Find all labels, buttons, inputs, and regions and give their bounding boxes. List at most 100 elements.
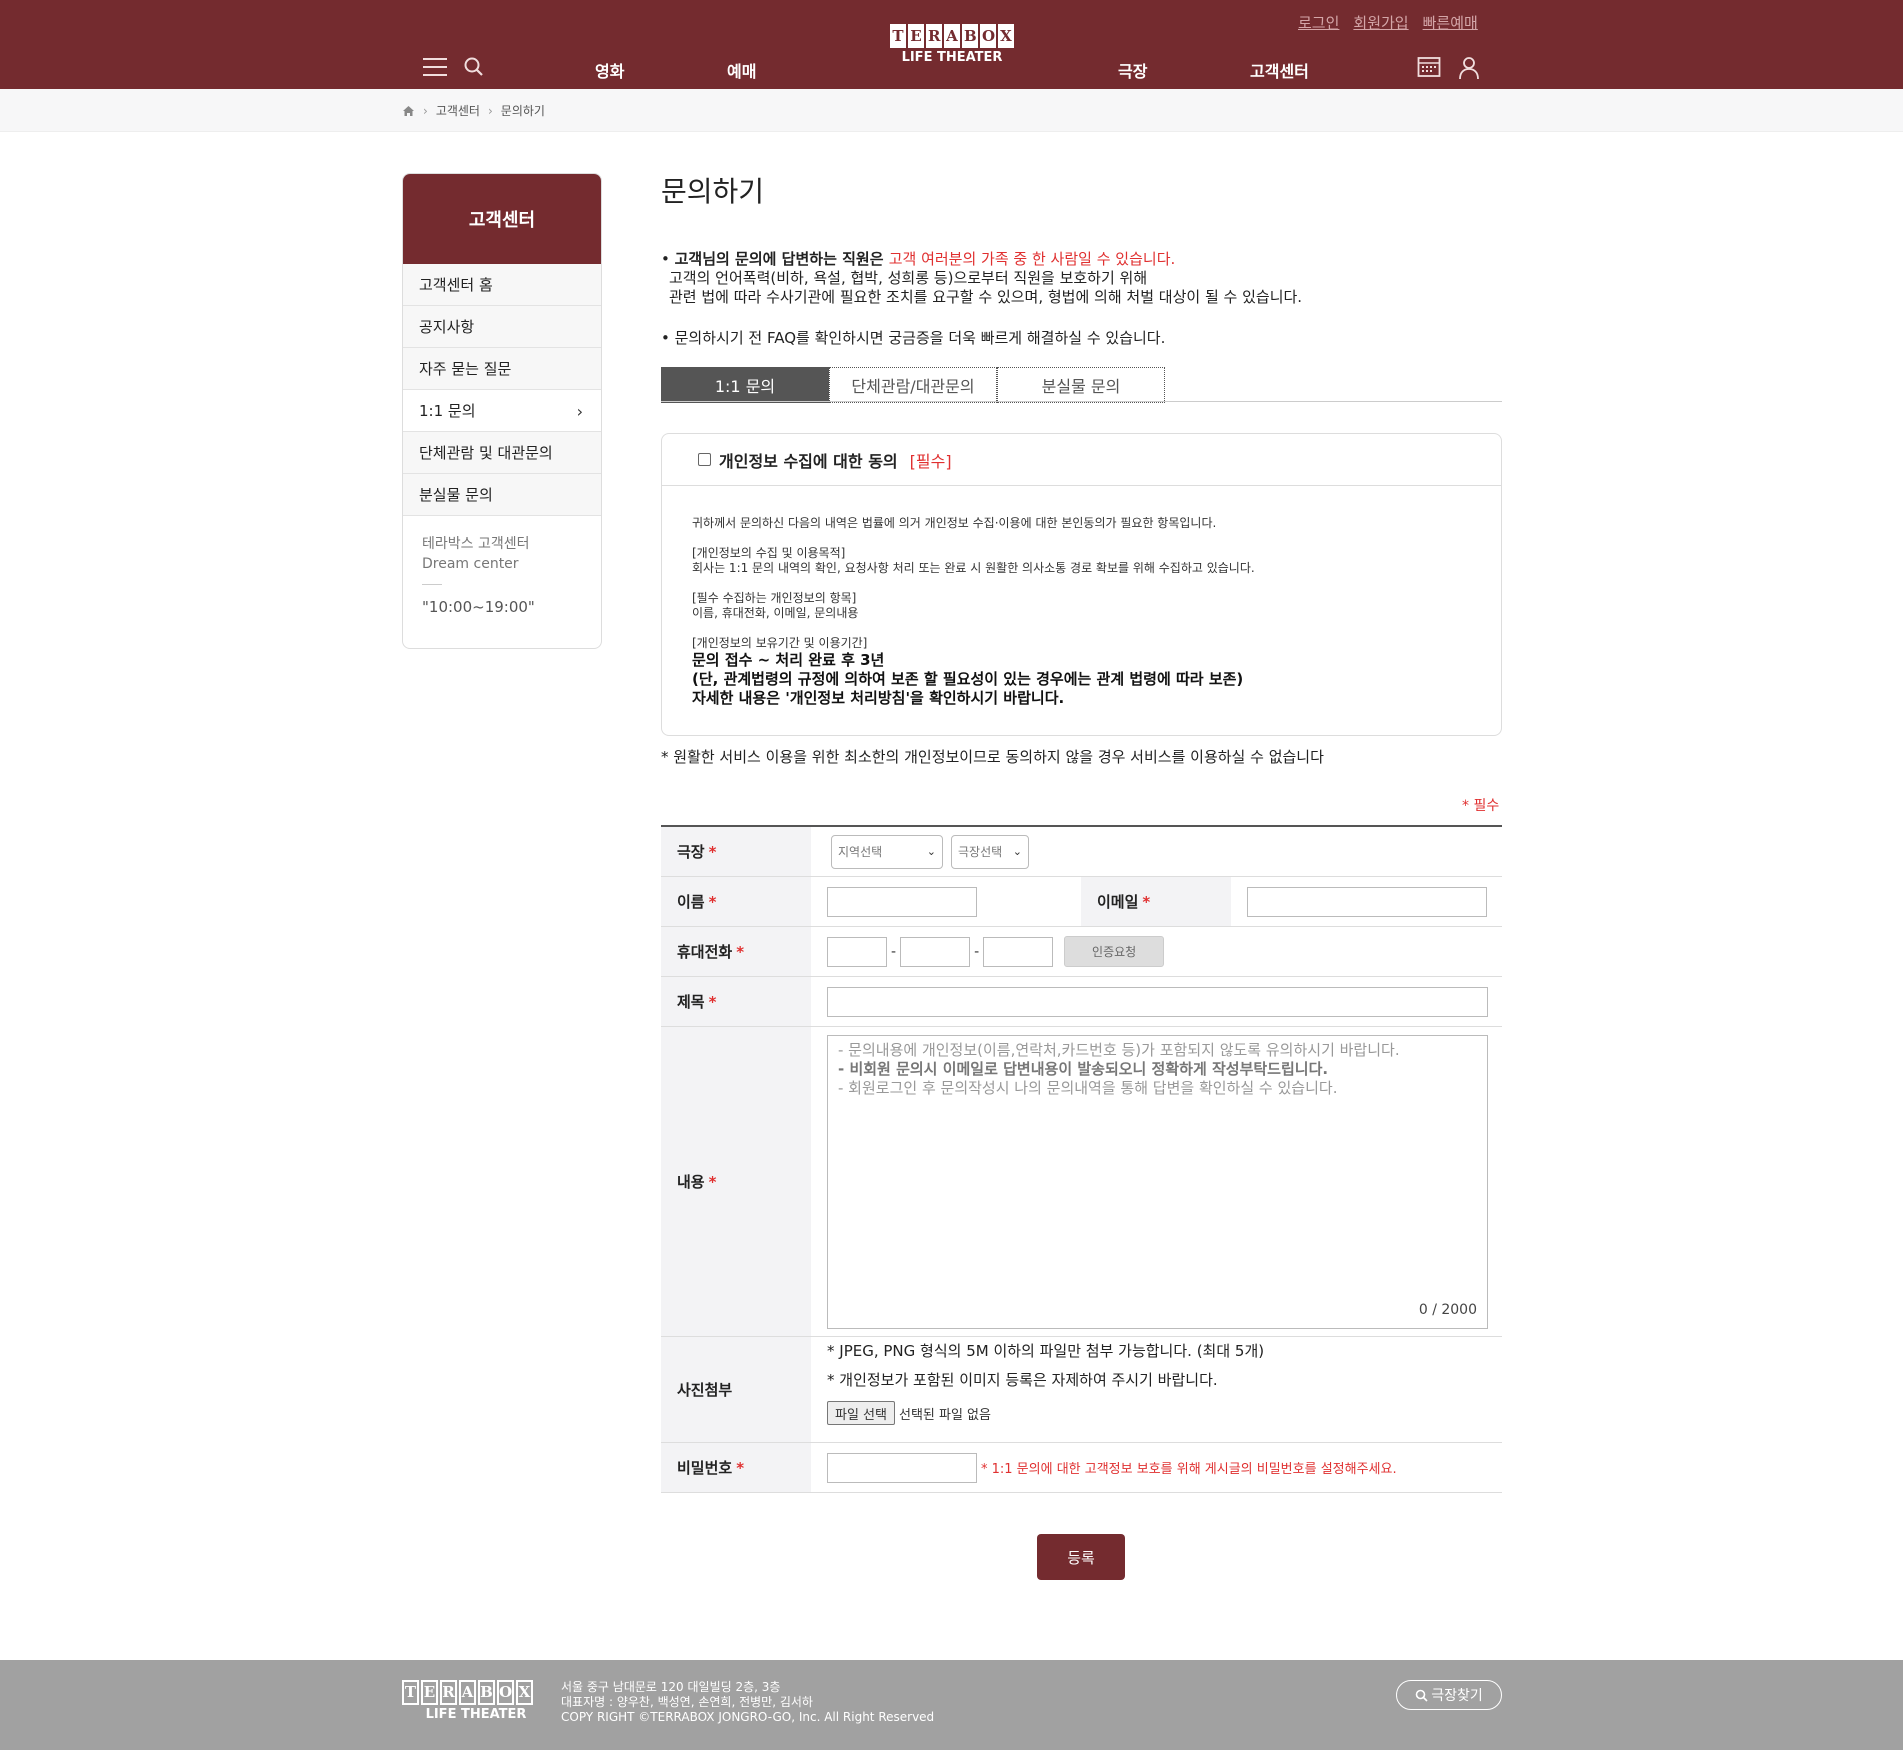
tab-1on1[interactable]: 1:1 문의 [661,367,829,403]
field-value: 지역선택 ⌄ 극장선택 ⌄ [811,827,1502,876]
consent-items-text: 이름, 휴대전화, 이메일, 문의내용 [692,606,859,620]
form-row-content: 내용 * - 문의내용에 개인정보(이름,연락처,카드번호 등)가 포함되지 않도… [661,1027,1502,1337]
consent-items-title: [필수 수집하는 개인정보의 항목] [692,591,857,605]
tab-lost[interactable]: 분실물 문의 [997,367,1165,403]
notice-text: 문의하시기 전 FAQ를 확인하시면 궁금증을 더욱 빠르게 해결하실 수 있습… [674,329,1166,347]
bullet: • [661,250,675,268]
breadcrumb-item[interactable]: 문의하기 [501,102,545,119]
email-input[interactable] [1247,886,1487,917]
consent-purpose-text: 회사는 1:1 문의 내역의 확인, 요청사항 처리 또는 완료 시 원활한 의… [692,561,1255,575]
sidebar-item-lost[interactable]: 분실물 문의 [403,474,601,516]
char-counter: 0 / 2000 [1418,1301,1477,1318]
page-title: 문의하기 [661,175,765,208]
password-input[interactable] [827,1452,977,1483]
field-label: 사진첨부 [661,1337,811,1442]
user-icon[interactable] [1458,56,1480,80]
field-label: 이름 * [661,877,811,926]
cert-request-button[interactable]: 인증요청 [1064,936,1165,967]
sidebar-item-faq[interactable]: 자주 묻는 질문 [403,348,601,390]
consent-body: 귀하께서 문의하신 다음의 내역은 법률에 의거 개인정보 수집·이용에 대한 … [662,486,1501,708]
sidebar-item-home[interactable]: 고객센터 홈 [403,264,601,306]
footer-copyright: COPY RIGHT ©TERRABOX JONGRO-GO, Inc. All… [561,1710,935,1724]
site-footer: TERABOX LIFE THEATER 서울 중구 남대문로 120 대일빌딩… [0,1660,1903,1750]
required-tag: [필수] [909,451,952,471]
photo-notes: * JPEG, PNG 형식의 5M 이하의 파일만 첨부 가능합니다. (최대… [827,1337,1502,1395]
sidebar-item-label: 단체관람 및 대관문의 [419,444,553,462]
notice-text: 고객님의 문의에 답변하는 직원은 [674,250,889,268]
field-label: 내용 * [661,1027,811,1336]
phone-input-1[interactable] [827,936,887,967]
consent-note: * 원활한 서비스 이용을 위한 최소한의 개인정보이므로 동의하지 않을 경우… [661,748,1324,766]
required-legend: * 필수 [1462,798,1500,814]
consent-box: 개인정보 수집에 대한 동의 [필수] 귀하께서 문의하신 다음의 내역은 법률… [661,433,1502,736]
phone-input-3[interactable] [983,936,1054,967]
inquiry-tabs: 1:1 문의 단체관람/대관문의 분실물 문의 [661,367,1165,403]
tab-group[interactable]: 단체관람/대관문의 [829,367,997,403]
site-header: 로그인 회원가입 빠른예매 영화 예매 TERABOX LIFE THEATER… [0,0,1903,89]
submit-button[interactable]: 등록 [1037,1534,1125,1580]
logo-letters: TERABOX [881,24,1023,48]
sidebar-info: 테라박스 고객센터 Dream center "10:00~19:00" [403,516,601,617]
consent-header: 개인정보 수집에 대한 동의 [필수] [662,434,1501,486]
page: 로그인 회원가입 빠른예매 영화 예매 TERABOX LIFE THEATER… [0,0,1903,1750]
field-value: - - 인증요청 [811,927,1502,976]
form-row-theater: 극장 * 지역선택 ⌄ 극장선택 ⌄ [661,827,1502,877]
sidebar-title: 고객센터 [403,174,601,264]
sidebar-item-label: 고객센터 홈 [419,276,493,294]
subject-input[interactable] [827,986,1488,1017]
breadcrumb: › 고객센터 › 문의하기 [402,102,545,119]
consent-checkbox[interactable] [698,453,711,466]
nav-movies[interactable]: 영화 [595,58,624,82]
sidebar-item-inquiry[interactable]: 1:1 문의 › [403,390,601,432]
region-select[interactable]: 지역선택 ⌄ [831,834,943,869]
breadcrumb-item[interactable]: 고객센터 [436,102,480,119]
consent-period-title: [개인정보의 보유기간 및 이용기간] [692,636,868,650]
inquiry-form: 극장* 지역선택⌄ 극장선택⌄ 이름* 이메일* 휴대전화* - - [661,825,1502,1493]
chevron-down-icon: ⌄ [926,845,936,858]
nav-booking[interactable]: 예매 [727,58,756,82]
field-value: * 1:1 문의에 대한 고객정보 보호를 위해 게시글의 비밀번호를 설정해주… [811,1443,1502,1492]
content-textarea[interactable]: - 문의내용에 개인정보(이름,연락처,카드번호 등)가 포함되지 않도록 유의… [827,1034,1488,1329]
notice-text: 관련 법에 따라 수사기관에 필요한 조치를 요구할 수 있으며, 형법에 의해… [669,288,1303,306]
calendar-icon[interactable] [1417,56,1441,78]
phone-input-2[interactable] [900,936,971,967]
menu-icon[interactable] [423,57,447,77]
terabox-logo[interactable]: TERABOX LIFE THEATER [881,24,1023,70]
logo-subtitle: LIFE THEATER [425,1707,527,1722]
notice-text: 고객의 언어폭력(비하, 욕설, 협박, 성희롱 등)으로부터 직원을 보호하기… [669,269,1148,287]
footer-info: 서울 중구 남대문로 120 대일빌딩 2층, 3층 대표자명 : 양우찬, 백… [561,1680,934,1725]
consent-period: 자세한 내용은 '개인정보 처리방침'을 확인하시기 바랍니다. [692,689,1065,707]
faq-notice: • 문의하시기 전 FAQ를 확인하시면 궁금증을 더욱 빠르게 해결하실 수 … [661,329,1166,347]
field-value [1231,877,1502,926]
search-icon[interactable] [463,56,485,78]
consent-label[interactable]: 개인정보 수집에 대한 동의 [719,448,898,472]
sidebar-item-group[interactable]: 단체관람 및 대관문의 [403,432,601,474]
form-row-phone: 휴대전화 * - - 인증요청 [661,927,1502,977]
nav-theater[interactable]: 극장 [1118,58,1147,82]
sidebar-item-notice[interactable]: 공지사항 [403,306,601,348]
consent-intro: 귀하께서 문의하신 다음의 내역은 법률에 의거 개인정보 수집·이용에 대한 … [692,516,1217,530]
chevron-right-icon: › [576,402,583,421]
home-icon[interactable] [402,105,415,117]
signup-link[interactable]: 회원가입 [1353,12,1408,33]
quick-booking-link[interactable]: 빠른예매 [1423,12,1478,33]
file-status: 선택된 파일 없음 [898,1407,991,1423]
sidebar-item-label: 공지사항 [419,318,475,336]
login-link[interactable]: 로그인 [1298,12,1339,33]
nav-customer-center[interactable]: 고객센터 [1250,58,1309,82]
find-theater-button[interactable]: 극장찾기 [1396,1680,1502,1710]
file-select-button[interactable]: 파일 선택 [827,1401,895,1425]
chevron-right-icon: › [487,103,493,118]
field-label: 비밀번호 * [661,1443,811,1492]
field-value [811,877,1081,926]
sidebar-item-label: 분실물 문의 [419,486,493,504]
theater-select[interactable]: 극장선택 ⌄ [951,834,1029,869]
field-value: - 문의내용에 개인정보(이름,연락처,카드번호 등)가 포함되지 않도록 유의… [811,1027,1502,1336]
footer-address: 서울 중구 남대문로 120 대일빌딩 2층, 3층 [561,1680,781,1694]
sidebar: 고객센터 고객센터 홈 공지사항 자주 묻는 질문 1:1 문의 › 단체관람 및… [402,173,602,649]
breadcrumb-bar: › 고객센터 › 문의하기 [0,89,1903,132]
photo-note: * 개인정보가 포함된 이미지 등록은 자제하여 주시기 바랍니다. [827,1371,1218,1389]
photo-note: * JPEG, PNG 형식의 5M 이하의 파일만 첨부 가능합니다. (최대… [827,1342,1265,1360]
consent-period: 문의 접수 ~ 처리 완료 후 3년 [692,651,885,669]
name-input[interactable] [827,886,977,917]
